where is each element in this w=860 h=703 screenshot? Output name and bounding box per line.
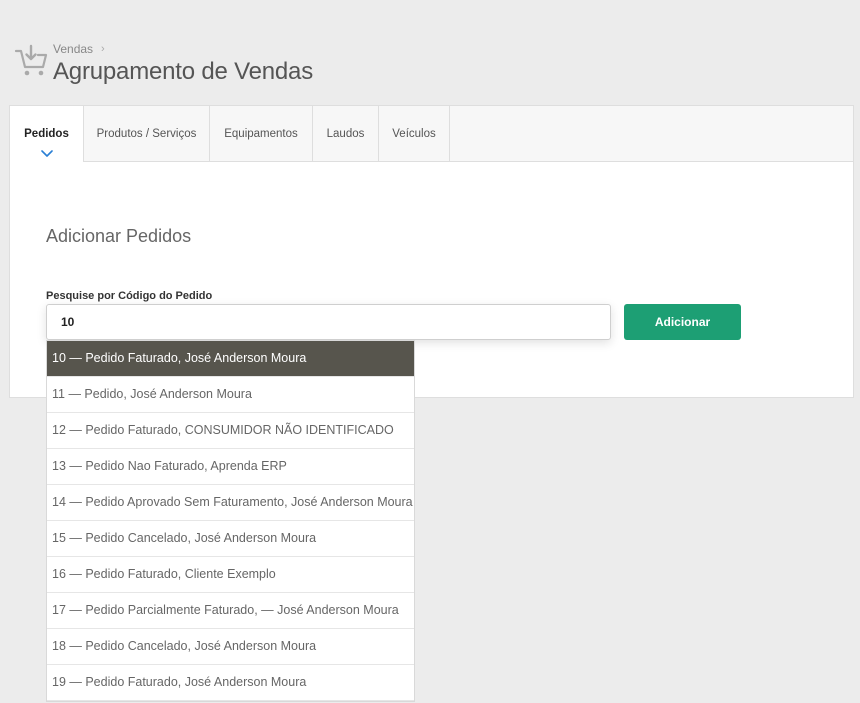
tab-bar: Pedidos Produtos / Serviços Equipamentos… xyxy=(10,106,853,162)
suggestion-item[interactable]: 10 — Pedido Faturado, José Anderson Mour… xyxy=(47,341,414,377)
tab-pedidos[interactable]: Pedidos xyxy=(10,106,84,162)
tab-label: Pedidos xyxy=(24,128,69,140)
breadcrumb-link-vendas[interactable]: Vendas xyxy=(53,42,93,56)
tab-laudos[interactable]: Laudos xyxy=(313,106,379,161)
autocomplete-dropdown: 10 — Pedido Faturado, José Anderson Mour… xyxy=(46,340,415,702)
tab-label: Produtos / Serviços xyxy=(96,127,197,140)
section-title: Adicionar Pedidos xyxy=(46,226,192,246)
breadcrumb: Vendas › xyxy=(53,42,105,56)
add-button[interactable]: Adicionar xyxy=(624,304,741,340)
cart-download-icon xyxy=(14,44,48,76)
suggestion-item[interactable]: 16 — Pedido Faturado, Cliente Exemplo xyxy=(47,557,414,593)
search-label: Pesquise por Código do Pedido xyxy=(46,290,213,302)
tab-label: Veículos xyxy=(392,127,436,140)
tab-equipamentos[interactable]: Equipamentos xyxy=(210,106,313,161)
tab-veiculos[interactable]: Veículos xyxy=(379,106,450,161)
suggestion-item[interactable]: 14 — Pedido Aprovado Sem Faturamento, Jo… xyxy=(47,485,414,521)
page-header: Vendas › Agrupamento de Vendas xyxy=(14,40,614,90)
suggestion-item[interactable]: 13 — Pedido Nao Faturado, Aprenda ERP xyxy=(47,449,414,485)
chevron-down-icon xyxy=(40,150,53,157)
suggestion-item[interactable]: 11 — Pedido, José Anderson Moura xyxy=(47,377,414,413)
suggestion-item[interactable]: 19 — Pedido Faturado, José Anderson Mour… xyxy=(47,665,414,701)
tab-label: Laudos xyxy=(326,127,365,140)
page-title: Agrupamento de Vendas xyxy=(53,58,313,85)
chevron-right-icon: › xyxy=(101,43,105,55)
suggestion-item[interactable]: 12 — Pedido Faturado, CONSUMIDOR NÃO IDE… xyxy=(47,413,414,449)
order-code-search-input[interactable] xyxy=(46,304,611,340)
tab-bar-filler xyxy=(450,106,853,161)
tab-produtos-servicos[interactable]: Produtos / Serviços xyxy=(84,106,210,161)
suggestion-item[interactable]: 15 — Pedido Cancelado, José Anderson Mou… xyxy=(47,521,414,557)
tab-label: Equipamentos xyxy=(224,127,298,140)
suggestion-item[interactable]: 18 — Pedido Cancelado, José Anderson Mou… xyxy=(47,629,414,665)
suggestion-item[interactable]: 17 — Pedido Parcialmente Faturado, — Jos… xyxy=(47,593,414,629)
